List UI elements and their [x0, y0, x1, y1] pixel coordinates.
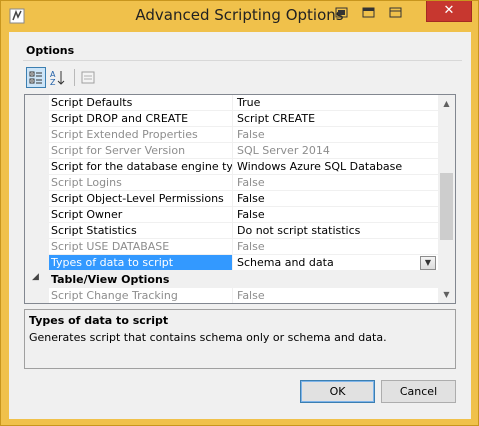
row-margin	[25, 191, 49, 207]
property-row[interactable]: Script Owner False	[25, 207, 438, 223]
property-value[interactable]: False	[233, 288, 438, 303]
property-row[interactable]: Script Object-Level Permissions False	[25, 191, 438, 207]
property-row[interactable]: Script for Server Version SQL Server 2014	[25, 143, 438, 159]
property-value[interactable]: False	[233, 175, 438, 191]
row-margin	[25, 239, 49, 255]
window-layout-icon[interactable]	[362, 7, 376, 19]
property-value[interactable]: Do not script statistics	[233, 223, 438, 239]
property-name: Script Object-Level Permissions	[49, 191, 233, 207]
dialog-window: Advanced Scripting Options ✕ Options A Z…	[0, 0, 479, 426]
cancel-button[interactable]: Cancel	[381, 380, 456, 403]
property-row[interactable]: Script Extended Properties False	[25, 127, 438, 143]
sort-az-icon: A Z	[50, 70, 65, 87]
collapse-triangle-icon[interactable]: ◢	[32, 272, 39, 282]
property-row[interactable]: Script for the database engine type Windo…	[25, 159, 438, 175]
property-name: Script Owner	[49, 207, 233, 223]
property-row[interactable]: Script Statistics Do not script statistic…	[25, 223, 438, 239]
property-value-text: Windows Azure SQL Database	[237, 160, 403, 173]
description-text: Generates script that contains schema on…	[29, 331, 387, 344]
category-label: Table/View Options	[51, 273, 170, 286]
row-margin	[25, 175, 49, 191]
property-name: Script Change Tracking	[49, 288, 233, 303]
property-grid[interactable]: Script Defaults True Script DROP and CREAT…	[24, 94, 456, 304]
property-row[interactable]: Script Defaults True	[25, 95, 438, 111]
property-name: Script Statistics	[49, 223, 233, 239]
categorized-button[interactable]	[26, 67, 46, 88]
description-title: Types of data to script	[29, 314, 169, 327]
property-value-text: Schema and data	[237, 256, 334, 269]
property-name: Script Logins	[49, 175, 233, 191]
description-panel: Types of data to script Generates script…	[24, 309, 456, 369]
scroll-up-icon[interactable]: ▲	[438, 95, 455, 112]
property-value[interactable]: False	[233, 127, 438, 143]
row-margin	[25, 127, 49, 143]
property-rows: Script Defaults True Script DROP and CREAT…	[25, 95, 438, 303]
property-value-text: False	[237, 289, 265, 302]
row-margin	[25, 159, 49, 175]
property-name: Types of data to script	[49, 255, 233, 271]
dialog-client-area: Options A Z Script Defaults True Script …	[9, 32, 471, 419]
property-value-text: Script CREATE	[237, 112, 316, 125]
row-margin	[25, 255, 49, 271]
property-pages-icon	[81, 71, 95, 84]
ok-button[interactable]: OK	[300, 380, 375, 403]
dropdown-chevron-icon[interactable]: ▼	[420, 256, 436, 270]
row-margin	[25, 143, 49, 159]
property-name: Script for the database engine type	[49, 159, 233, 175]
maximize-view-icon[interactable]	[389, 7, 403, 19]
property-value-text: False	[237, 192, 265, 205]
property-name: Script Defaults	[49, 95, 233, 111]
row-margin	[25, 288, 49, 303]
header-divider	[23, 60, 462, 61]
property-value-text: Do not script statistics	[237, 224, 361, 237]
title-bar[interactable]: Advanced Scripting Options ✕	[1, 1, 478, 31]
row-margin	[25, 95, 49, 111]
property-row[interactable]: Types of data to script Schema and data ▼	[25, 255, 438, 271]
row-margin	[25, 207, 49, 223]
property-row[interactable]: Script Change Tracking False	[25, 288, 438, 303]
property-value-text: False	[237, 128, 265, 141]
property-value[interactable]: False	[233, 239, 438, 255]
row-margin	[25, 111, 49, 127]
property-value-text: SQL Server 2014	[237, 144, 330, 157]
alphabetical-button[interactable]: A Z	[48, 67, 68, 88]
toolbar-separator	[74, 69, 75, 86]
property-value-text: True	[237, 96, 261, 109]
svg-text:Z: Z	[50, 78, 56, 87]
property-value-text: False	[237, 176, 265, 189]
property-value-text: False	[237, 208, 265, 221]
category-table-view-options[interactable]: ◢ Table/View Options	[25, 271, 438, 288]
close-button[interactable]: ✕	[426, 1, 472, 22]
property-name: Script DROP and CREATE	[49, 111, 233, 127]
close-icon: ✕	[443, 3, 455, 18]
property-row[interactable]: Script Logins False	[25, 175, 438, 191]
scroll-thumb[interactable]	[440, 173, 453, 240]
categorized-icon	[29, 71, 42, 84]
scroll-down-icon[interactable]: ▼	[438, 286, 455, 303]
restore-view-icon[interactable]	[335, 7, 349, 19]
options-header: Options	[26, 44, 75, 57]
property-value[interactable]: SQL Server 2014	[233, 143, 438, 159]
property-value[interactable]: Windows Azure SQL Database	[233, 159, 438, 175]
window-title: Advanced Scripting Options	[135, 6, 344, 24]
property-name: Script for Server Version	[49, 143, 233, 159]
property-value-text: False	[237, 240, 265, 253]
property-value[interactable]: True	[233, 95, 438, 111]
property-value[interactable]: Script CREATE	[233, 111, 438, 127]
row-margin	[25, 223, 49, 239]
property-row[interactable]: Script DROP and CREATE Script CREATE	[25, 111, 438, 127]
property-row[interactable]: Script USE DATABASE False	[25, 239, 438, 255]
property-name: Script Extended Properties	[49, 127, 233, 143]
property-name: Script USE DATABASE	[49, 239, 233, 255]
property-pages-button[interactable]	[78, 67, 98, 88]
vertical-scrollbar[interactable]: ▲ ▼	[438, 95, 455, 303]
property-value[interactable]: False	[233, 207, 438, 223]
property-value[interactable]: False	[233, 191, 438, 207]
property-value[interactable]: Schema and data ▼	[233, 255, 438, 271]
